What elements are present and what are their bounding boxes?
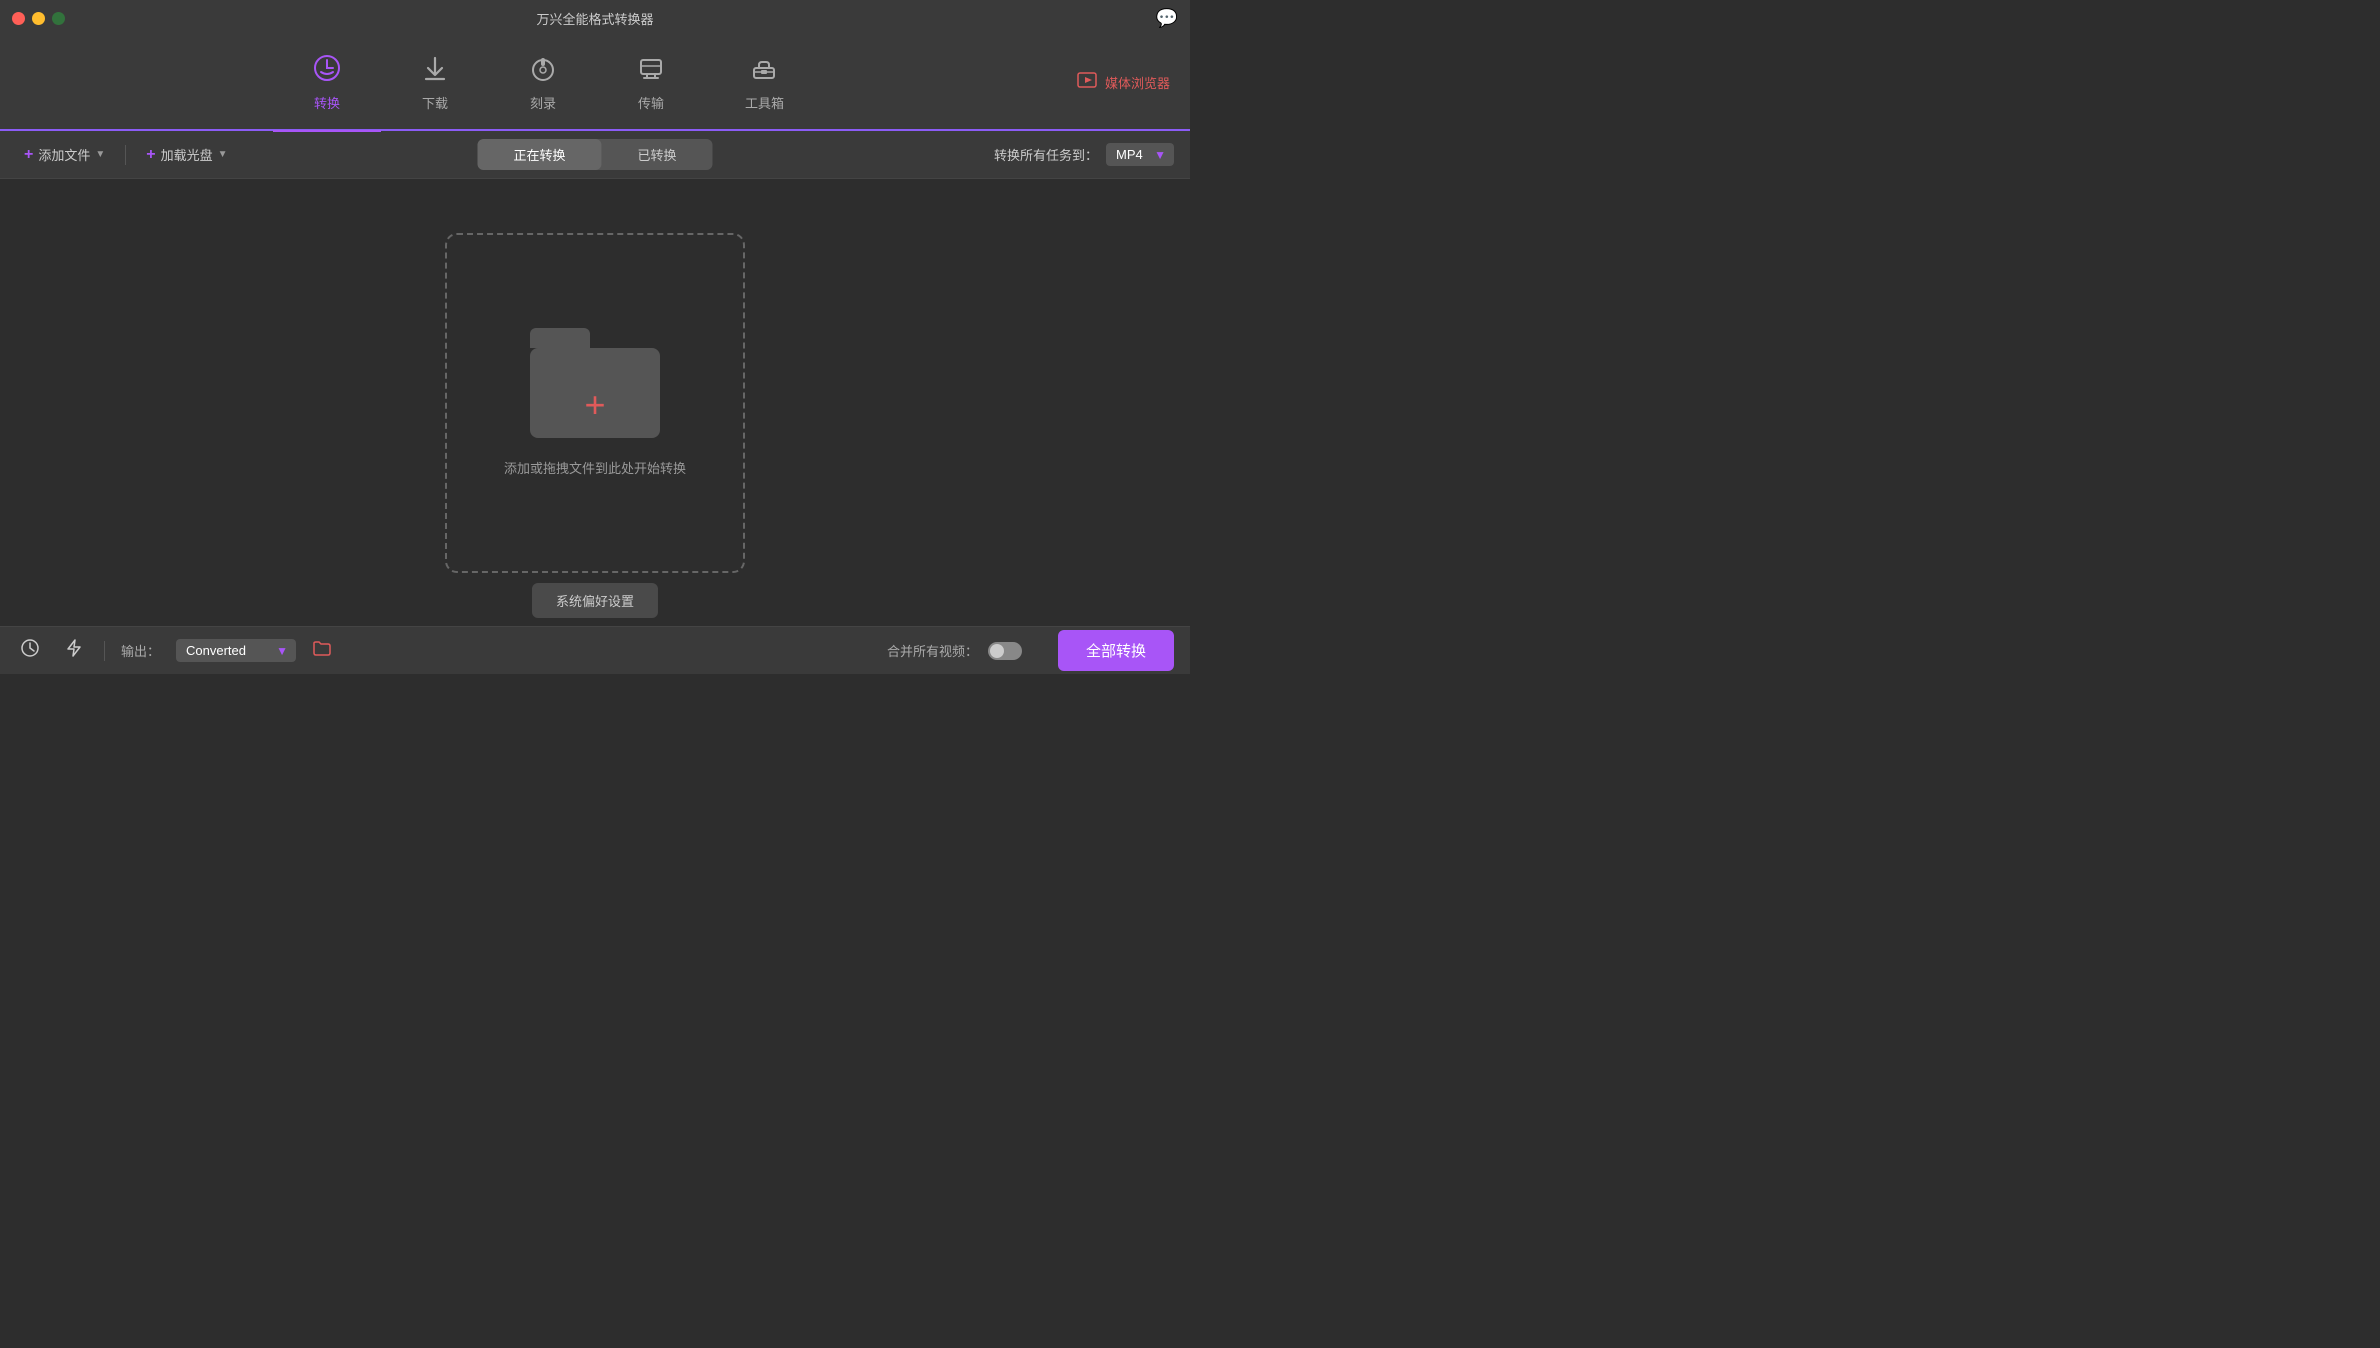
toolbar: + 添加文件 ▼ + 加载光盘 ▼ 正在转换 已转换 转换所有任务到： MP4 … — [0, 131, 1190, 179]
folder-body: + — [530, 348, 660, 438]
bottom-divider — [104, 641, 105, 661]
folder-tab — [530, 328, 590, 348]
nav-item-toolbox[interactable]: 工具箱 — [705, 46, 824, 120]
format-select[interactable]: MP4 MOV AVI MKV — [1106, 143, 1174, 166]
download-nav-icon — [421, 54, 449, 87]
sys-pref-label: 系统偏好设置 — [556, 594, 634, 609]
main-area: + 添加或拖拽文件到此处开始转换 — [0, 179, 1190, 626]
toolbar-divider-1 — [125, 145, 126, 165]
merge-section: 合并所有视频： — [887, 641, 1022, 660]
maximize-button — [52, 12, 65, 25]
nav-item-burn[interactable]: 刻录 — [489, 46, 597, 120]
merge-toggle[interactable] — [988, 642, 1022, 660]
add-file-label: 添加文件 — [38, 145, 90, 164]
tab-converted[interactable]: 已转换 — [602, 139, 713, 170]
traffic-lights — [0, 12, 65, 25]
burn-nav-icon — [529, 54, 557, 87]
add-disc-dropdown-arrow[interactable]: ▼ — [218, 149, 228, 160]
add-file-button[interactable]: + 添加文件 ▼ — [16, 141, 113, 168]
output-label: 输出： — [121, 641, 160, 660]
app-title: 万兴全能格式转换器 — [536, 9, 653, 28]
drop-zone[interactable]: + 添加或拖拽文件到此处开始转换 — [445, 233, 745, 573]
tab-converting[interactable]: 正在转换 — [477, 139, 601, 170]
burn-nav-label: 刻录 — [530, 93, 556, 112]
folder-icon: + — [530, 328, 660, 438]
add-disc-button[interactable]: + 加载光盘 ▼ — [138, 141, 235, 168]
add-disc-label: 加载光盘 — [161, 145, 213, 164]
output-select[interactable]: Converted — [176, 639, 296, 662]
add-file-plus-icon: + — [24, 146, 33, 164]
media-browser-button[interactable]: 媒体浏览器 — [1077, 72, 1170, 93]
folder-plus-icon: + — [584, 384, 605, 426]
transfer-nav-icon — [637, 54, 665, 87]
merge-label: 合并所有视频： — [887, 641, 978, 660]
nav-item-transfer[interactable]: 传输 — [597, 46, 705, 120]
add-disc-plus-icon: + — [146, 146, 155, 164]
drop-hint-text: 添加或拖拽文件到此处开始转换 — [504, 458, 686, 477]
chat-icon[interactable]: 💬 — [1156, 8, 1178, 29]
navbar: 转换 下载 刻录 — [0, 36, 1190, 131]
tab-converted-label: 已转换 — [638, 148, 677, 163]
clock-icon[interactable] — [16, 634, 44, 667]
convert-all-button[interactable]: 全部转换 — [1058, 630, 1174, 671]
bottom-bar: 输出： Converted ▼ 合并所有视频： 全部转换 — [0, 626, 1190, 674]
add-file-dropdown-arrow[interactable]: ▼ — [95, 149, 105, 160]
nav-items: 转换 下载 刻录 — [20, 46, 1077, 120]
nav-item-convert[interactable]: 转换 — [273, 46, 381, 120]
open-folder-icon[interactable] — [312, 639, 332, 662]
flash-icon[interactable] — [60, 634, 88, 667]
download-nav-label: 下载 — [422, 93, 448, 112]
sys-pref-button[interactable]: 系统偏好设置 — [532, 583, 658, 618]
toolbox-nav-icon — [750, 54, 778, 87]
tab-converting-label: 正在转换 — [513, 148, 565, 163]
format-select-wrapper: MP4 MOV AVI MKV ▼ — [1106, 143, 1174, 166]
close-button[interactable] — [12, 12, 25, 25]
toggle-knob — [990, 644, 1004, 658]
convert-nav-label: 转换 — [314, 93, 340, 112]
convert-nav-icon — [313, 54, 341, 87]
transfer-nav-label: 传输 — [638, 93, 664, 112]
output-select-wrapper: Converted ▼ — [176, 639, 296, 662]
minimize-button[interactable] — [32, 12, 45, 25]
convert-all-label: 全部转换 — [1086, 643, 1146, 660]
media-browser-label: 媒体浏览器 — [1105, 73, 1170, 92]
titlebar: 万兴全能格式转换器 💬 — [0, 0, 1190, 36]
format-selector: 转换所有任务到： MP4 MOV AVI MKV ▼ — [994, 143, 1174, 166]
tab-switcher: 正在转换 已转换 — [477, 139, 712, 170]
media-browser-icon — [1077, 72, 1097, 93]
toolbox-nav-label: 工具箱 — [745, 93, 784, 112]
nav-item-download[interactable]: 下载 — [381, 46, 489, 120]
format-label: 转换所有任务到： — [994, 145, 1098, 164]
